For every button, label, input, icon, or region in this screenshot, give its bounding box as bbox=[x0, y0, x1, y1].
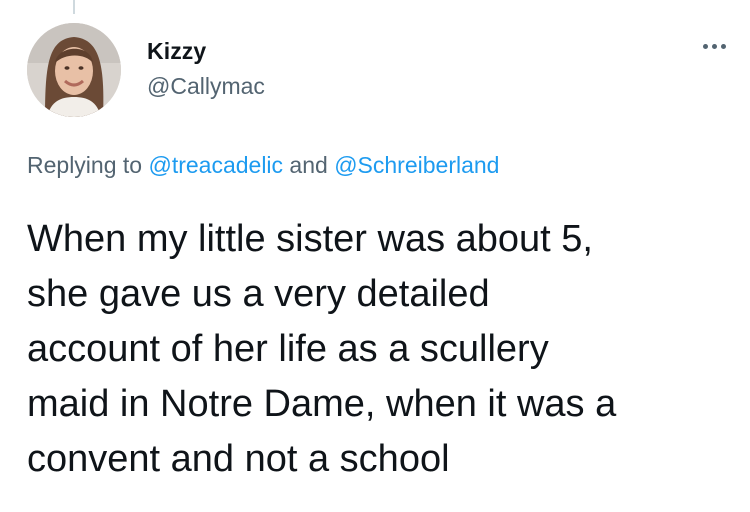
mention-link-treacadelic[interactable]: @treacadelic bbox=[148, 152, 283, 178]
replying-to-conjunction: and bbox=[283, 152, 335, 178]
more-horizontal-icon-dot bbox=[721, 43, 726, 49]
author-handle[interactable]: @Callymac bbox=[147, 73, 265, 100]
tweet-text-line: When my little sister was about 5, bbox=[27, 218, 593, 260]
more-options-button[interactable] bbox=[686, 34, 726, 58]
avatar-photo bbox=[27, 23, 121, 117]
tweet-text-line: account of her life as a scullery bbox=[27, 328, 549, 370]
avatar[interactable] bbox=[27, 23, 121, 117]
tweet-text-line: she gave us a very detailed bbox=[27, 273, 490, 315]
replying-to-prefix: Replying to bbox=[27, 152, 149, 178]
tweet-text: When my little sister was about 5, she g… bbox=[27, 212, 737, 487]
more-horizontal-icon bbox=[703, 43, 708, 49]
more-horizontal-icon-dot bbox=[712, 43, 717, 49]
tweet-text-line: maid in Notre Dame, when it was a bbox=[27, 383, 617, 425]
tweet-text-line: convent and not a school bbox=[27, 438, 450, 480]
replying-to-line: Replying to @treacadelic and @Schreiberl… bbox=[27, 152, 499, 179]
thread-connector-line bbox=[73, 0, 75, 14]
author-display-name[interactable]: Kizzy bbox=[147, 38, 206, 65]
mention-link-schreiberland[interactable]: @Schreiberland bbox=[334, 152, 499, 178]
